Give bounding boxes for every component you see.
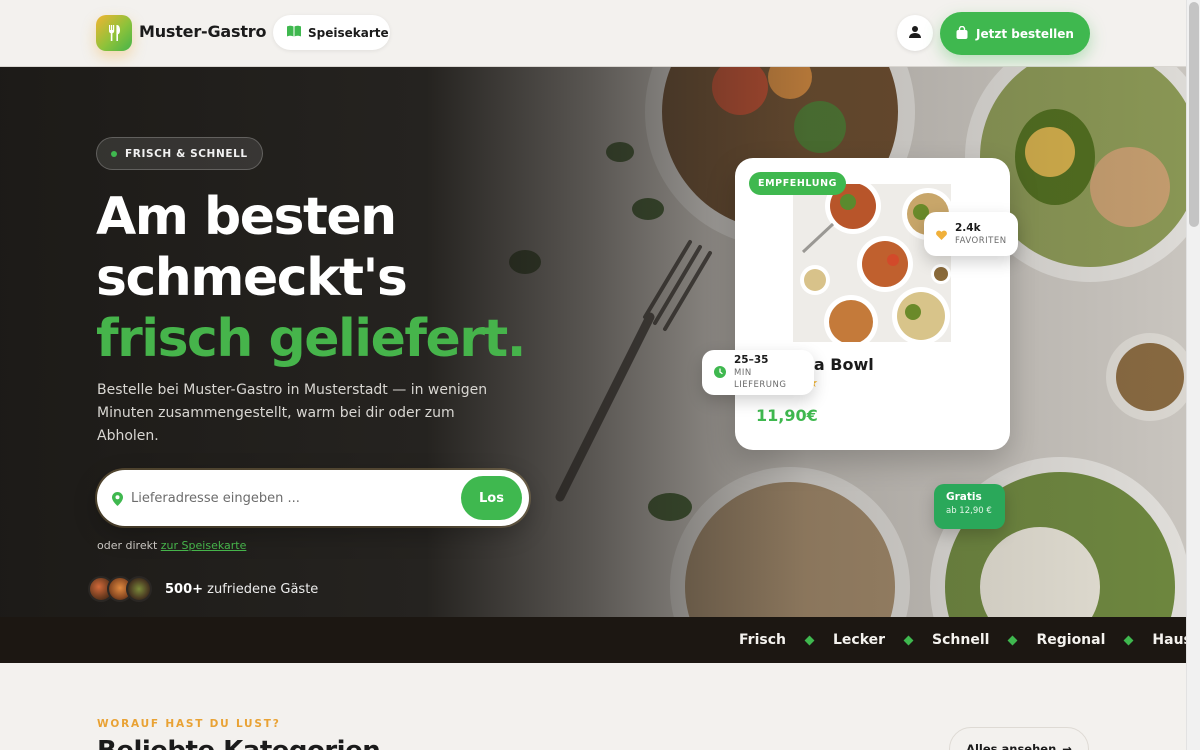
delivery-time-pill: 25–35 MIN LIEFERUNG [702,350,814,395]
menu-link[interactable]: zur Speisekarte [161,539,247,552]
guests-label: zufriedene Gäste [207,581,319,597]
logo-icon[interactable] [96,15,132,51]
categories-section: WORAUF HAST DU LUST? Beliebte Kategorien… [0,663,1186,750]
guest-social-proof: 500+ zufriedene Gäste [88,576,318,602]
section-eyebrow: WORAUF HAST DU LUST? [97,718,281,730]
site-header: Muster-Gastro Speisekarte Jetzt bestelle… [0,0,1186,67]
direct-prefix: oder direkt [97,539,158,552]
menu-button-label: Speisekarte [308,25,389,40]
clock-icon [714,363,726,382]
address-input[interactable] [131,484,451,512]
fresh-badge-label: FRISCH & SCHNELL [125,147,248,160]
dish-card[interactable]: EMPFEHLUNG Buddha Bowl ★★★★★ 11,90€ [735,158,1010,450]
see-all-label: Alles ansehen [966,742,1057,750]
order-now-button[interactable]: Jetzt bestellen [940,12,1090,55]
brand-name[interactable]: Muster-Gastro [139,22,266,41]
hero-subtitle: Bestelle bei Muster-Gastro in Musterstad… [97,382,488,444]
ticker-item: Lecker [832,632,886,648]
favorites-value: 2.4k [955,221,981,234]
menu-button[interactable]: Speisekarte [273,15,390,50]
dish-price: 11,90€ [756,406,818,425]
diamond-icon [1008,635,1018,645]
headline-line-1: Am besten [96,187,397,247]
see-all-button[interactable]: Alles ansehen → [949,727,1089,750]
scrollbar-thumb[interactable] [1189,2,1199,227]
ticker-item: Hausgema [1152,632,1186,648]
shopping-bag-icon [956,25,968,42]
favorites-pill: 2.4k FAVORITEN [924,212,1018,256]
guests-count: 500+ [165,581,204,597]
search-go-button[interactable]: Los [461,476,522,520]
guest-avatar [126,576,152,602]
book-icon [287,25,301,40]
dish-image [793,184,951,342]
diamond-icon [903,635,914,645]
headline-line-3: frisch geliefert. [96,309,527,369]
account-button[interactable] [897,15,933,51]
delivery-time-label: MIN LIEFERUNG [734,368,787,390]
location-pin-icon [112,491,123,510]
ticker-item: Regional [1036,632,1106,648]
favorites-label: FAVORITEN [955,235,1007,246]
status-dot-icon [111,150,117,157]
free-delivery-label: ab 12,90 € [946,506,992,516]
section-title: Beliebte Kategorien [97,736,381,750]
recommendation-badge: EMPFEHLUNG [749,172,847,195]
ticker-item: Schnell [932,632,990,648]
delivery-time-value: 25–35 [734,354,769,366]
address-search: Los [97,470,529,526]
diamond-icon [804,635,815,645]
feature-ticker: Frisch Lecker Schnell Regional Hausgema [0,617,1186,663]
direct-menu-hint: oder direkt zur Speisekarte [97,539,246,552]
hero-headline: Am besten schmeckt's frisch geliefert. [96,187,527,370]
fresh-badge: FRISCH & SCHNELL [96,137,263,170]
diamond-icon [1123,635,1134,645]
user-icon [908,24,922,43]
heart-icon [936,225,947,244]
order-now-label: Jetzt bestellen [976,26,1074,41]
page-scrollbar[interactable] [1186,0,1200,750]
free-delivery-pill: Gratis ab 12,90 € [934,484,1005,529]
free-delivery-value: Gratis [946,491,982,503]
arrow-right-icon: → [1062,742,1072,750]
ticker-item: Frisch [739,632,786,648]
headline-line-2: schmeckt's [96,248,408,308]
